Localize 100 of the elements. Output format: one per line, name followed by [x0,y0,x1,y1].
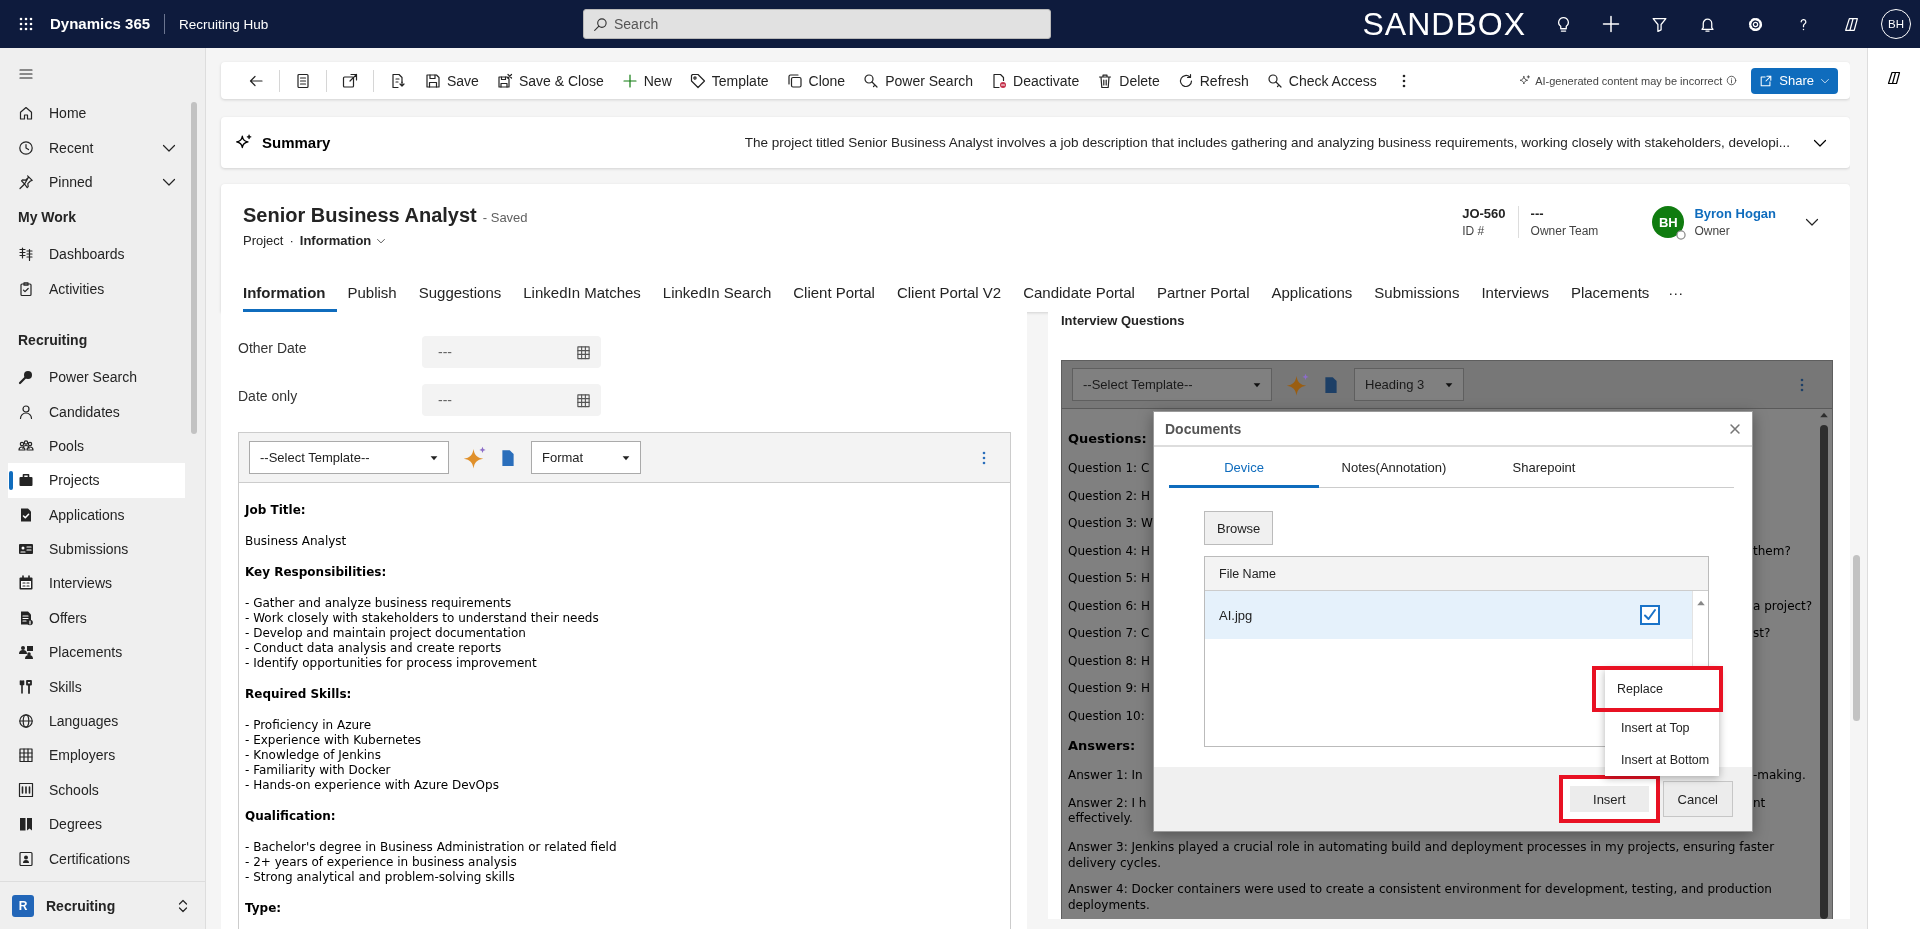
tab[interactable]: LinkedIn Search [651,284,783,312]
command-button[interactable]: Delete [1088,64,1169,97]
tab[interactable]: Notes(Annotation) [1319,460,1469,488]
calendar-icon[interactable] [576,344,591,360]
flow-icon[interactable] [389,72,405,89]
command-button[interactable]: Save [416,64,488,97]
dropdown[interactable]: --Select Template-- [1072,368,1272,401]
people-icon [18,644,34,661]
nav-item[interactable]: Certifications [8,841,185,876]
command-button[interactable]: Power Search [854,64,983,97]
command-button[interactable]: Save & Close [487,64,613,97]
magnifier-icon [863,72,880,89]
calendar-icon[interactable] [576,392,591,408]
list-line: - 2+ years of experience in business analysis [245,855,518,870]
nav-item[interactable]: Offers [8,600,185,636]
area-switcher[interactable]: R Recruiting [0,881,205,929]
tab[interactable]: Sharepoint [1469,460,1619,488]
tab[interactable]: LinkedIn Matches [512,284,652,312]
sparkle-icon [1519,74,1532,87]
command-button[interactable]: Refresh [1168,64,1258,97]
tab[interactable]: Placements [1559,284,1661,312]
dashboard-icon [18,246,34,263]
scrollbar-thumb[interactable] [1853,555,1860,721]
more-tabs-button[interactable]: ··· [1660,284,1692,312]
loop-icon[interactable] [1886,70,1902,86]
search-field[interactable]: Search [583,9,1051,39]
nav-item[interactable]: Skills [8,669,185,704]
dropdown[interactable]: Heading 3 [1354,368,1464,401]
command-button[interactable]: Template [680,64,778,97]
command-button[interactable]: Deactivate [982,64,1089,97]
dropdown[interactable]: Format [531,441,641,474]
dialog-button[interactable]: Insert [1559,775,1660,823]
form-selector[interactable]: Information [299,233,387,248]
checkbox[interactable] [1640,605,1660,625]
date-field[interactable]: --- [422,336,601,368]
filter-icon[interactable] [1650,15,1668,33]
tab[interactable]: Submissions [1363,284,1471,312]
dropdown[interactable]: --Select Template-- [249,441,449,474]
loop-icon[interactable] [1842,15,1860,33]
nav-item[interactable]: Languages [8,703,185,739]
nav-item[interactable]: Applications [8,497,185,532]
home-icon [18,105,34,122]
nav-item[interactable]: Degrees [8,807,185,842]
plus-icon[interactable] [1601,14,1621,34]
tab[interactable]: Device [1169,460,1319,488]
text-line: st? [1753,626,1772,642]
command-button[interactable]: Check Access [1257,64,1386,97]
owner-name[interactable]: Byron Hogan [1694,206,1776,221]
settings-icon[interactable] [1746,15,1764,33]
table-row[interactable]: AI.jpg [1205,591,1692,639]
nav-item[interactable]: Dashboards [8,237,185,272]
close-icon[interactable] [1728,421,1742,436]
list-line: - Hands-on experience with Azure DevOps [245,778,500,793]
command-button[interactable]: Clone [777,64,855,97]
nav-item[interactable]: Activities [8,271,185,306]
nav-item[interactable]: Home [8,96,185,131]
nav-item[interactable]: Candidates [8,394,185,429]
nav-item[interactable]: Recent [8,130,185,165]
menu-item[interactable]: Insert at Bottom [1605,744,1719,776]
nav-item[interactable]: Placements [8,635,185,670]
nav-item[interactable]: Schools [8,772,185,808]
scrollbar-thumb[interactable] [191,102,197,434]
nav-item[interactable]: Projects [8,463,185,498]
nav-item[interactable]: Pools [8,428,185,464]
share-button[interactable]: Share [1751,67,1838,94]
menu-icon[interactable] [18,66,34,82]
tab[interactable]: Publish [336,284,408,312]
scrollbar-thumb[interactable] [1819,425,1828,919]
list-line: - Familiarity with Docker [245,763,392,778]
tab[interactable]: Interviews [1470,284,1560,312]
nav-item[interactable]: Power Search [8,359,185,395]
tab[interactable]: Client Portal V2 [885,284,1013,312]
nav-item[interactable]: Interviews [8,566,185,601]
document-icon[interactable] [1322,375,1340,394]
field-label: Other Date [238,339,308,356]
nav-item[interactable]: Pinned [8,164,185,200]
nav-item[interactable]: Employers [8,738,185,773]
menu-item[interactable]: Replace [1592,666,1723,712]
tab[interactable]: Client Portal [782,284,886,312]
tab[interactable]: Candidate Portal [1012,284,1146,312]
separator: · [289,233,294,248]
form-icon[interactable] [295,72,311,89]
briefcase-icon [18,472,34,489]
dialog-button[interactable]: Cancel [1662,781,1733,817]
info-icon[interactable] [1726,75,1738,87]
area-avatar: R [12,894,34,917]
command-button[interactable]: New [612,64,681,97]
apps-icon[interactable] [18,16,34,32]
tab[interactable]: Applications [1260,284,1364,312]
save-status: - Saved [482,210,528,225]
nav-item[interactable]: Submissions [8,531,185,567]
browse-button[interactable]: Browse [1204,511,1274,545]
date-field[interactable]: --- [422,384,601,416]
tab[interactable]: Suggestions [407,284,513,312]
menu-item[interactable]: Insert at Top [1605,712,1719,744]
check-icon [1642,607,1658,623]
popout-icon[interactable] [342,72,358,89]
app-name[interactable]: Dynamics 365 [50,14,166,34]
tab[interactable]: Partner Portal [1145,284,1261,312]
document-icon[interactable] [499,448,517,467]
